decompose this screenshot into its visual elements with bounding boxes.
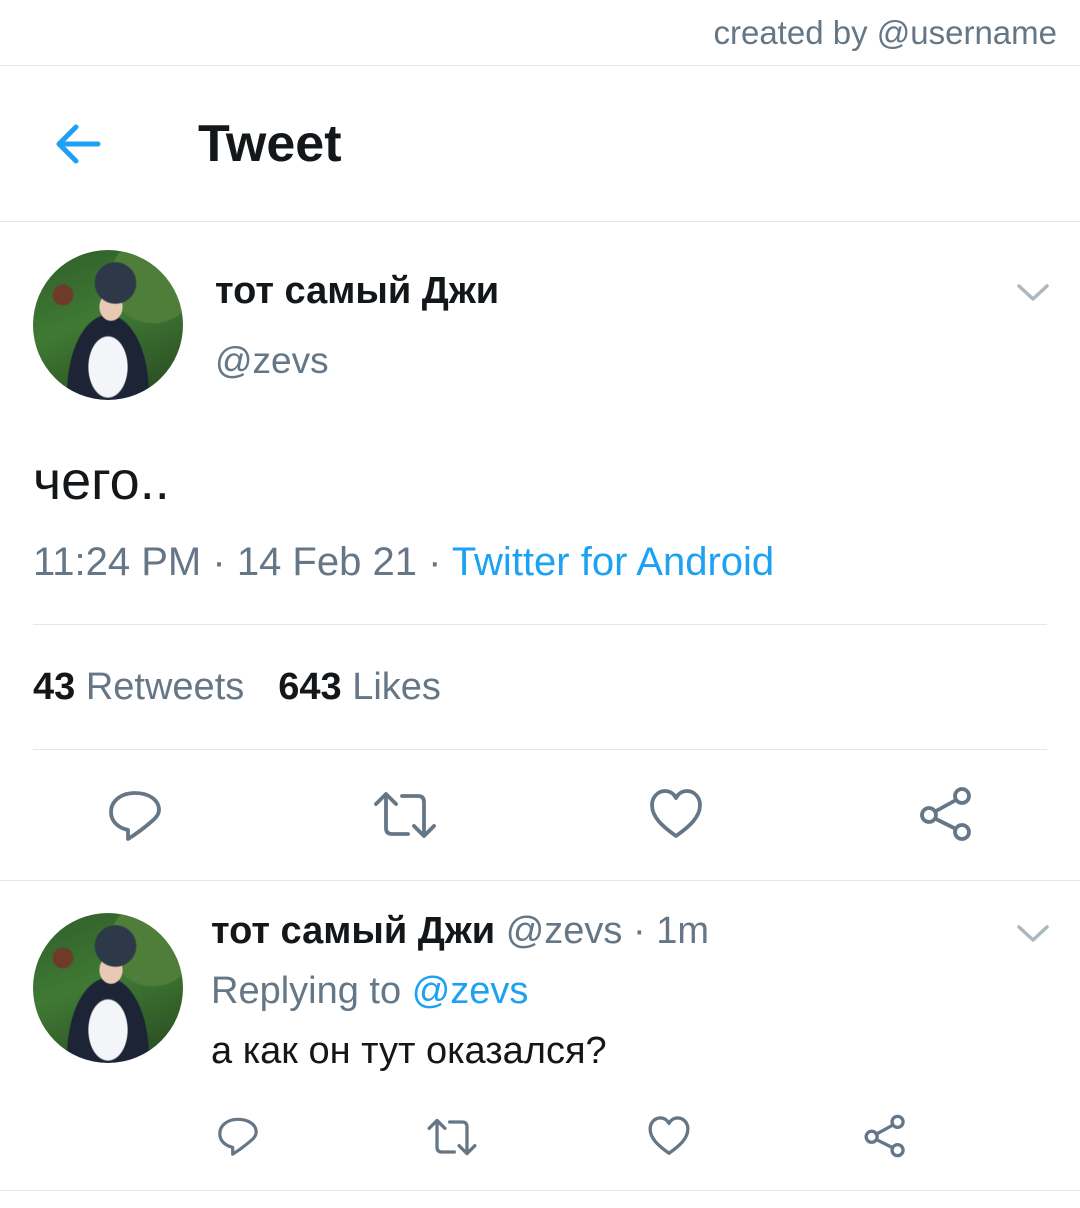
reply-time: 1m [656, 910, 709, 952]
retweet-icon[interactable] [372, 786, 438, 844]
like-icon[interactable] [648, 786, 704, 842]
likes-count: 643 [278, 666, 342, 708]
avatar[interactable] [33, 250, 183, 400]
tweet-meta: 11:24 PM · 14 Feb 21 · Twitter for Andro… [33, 540, 774, 585]
arrow-left-icon[interactable] [50, 116, 106, 172]
reply-author-handle[interactable]: @zevs [506, 910, 623, 952]
avatar[interactable] [33, 913, 183, 1063]
retweet-icon[interactable] [426, 1114, 478, 1160]
tweet-text: чего.. [33, 451, 170, 511]
author-name[interactable]: тот самый Джи [215, 270, 499, 313]
retweets-stat[interactable]: 43 Retweets [33, 666, 244, 708]
likes-label: Likes [352, 666, 441, 708]
replying-to: Replying to @zevs [211, 970, 528, 1013]
mention-link[interactable]: @zevs [412, 970, 529, 1012]
share-icon[interactable] [863, 1114, 907, 1158]
like-icon[interactable] [647, 1114, 691, 1158]
reply-header: тот самый Джи @zevs · 1m [211, 910, 709, 953]
meta-separator: · [632, 910, 646, 952]
reply-text: а как он тут оказался? [211, 1030, 607, 1072]
meta-separator: · [428, 540, 442, 584]
reply-icon[interactable] [216, 1114, 260, 1158]
tweet-date: 14 Feb 21 [236, 540, 417, 584]
chevron-down-icon[interactable] [1016, 924, 1050, 944]
retweets-label: Retweets [85, 666, 245, 708]
replying-label: Replying to [211, 970, 402, 1012]
section-separator [0, 880, 1080, 881]
divider [33, 749, 1047, 750]
page-title: Tweet [198, 115, 342, 173]
tweet-source-link[interactable]: Twitter for Android [452, 540, 774, 584]
likes-stat[interactable]: 643 Likes [278, 666, 441, 708]
top-bar: Tweet [0, 66, 1080, 222]
tweet-stats: 43 Retweets 643 Likes [33, 666, 441, 709]
reply-author-name[interactable]: тот самый Джи [211, 910, 495, 952]
author-handle[interactable]: @zevs [215, 340, 329, 382]
tweet-time: 11:24 PM [33, 540, 202, 584]
divider [33, 624, 1047, 625]
share-icon[interactable] [918, 786, 974, 842]
retweets-count: 43 [33, 666, 76, 708]
chevron-down-icon[interactable] [1016, 283, 1050, 303]
credit-bar: created by @username [0, 0, 1080, 66]
reply-icon[interactable] [106, 786, 164, 844]
section-separator [0, 1190, 1080, 1191]
credit-text: created by @username [713, 14, 1057, 51]
meta-separator: · [212, 540, 226, 584]
